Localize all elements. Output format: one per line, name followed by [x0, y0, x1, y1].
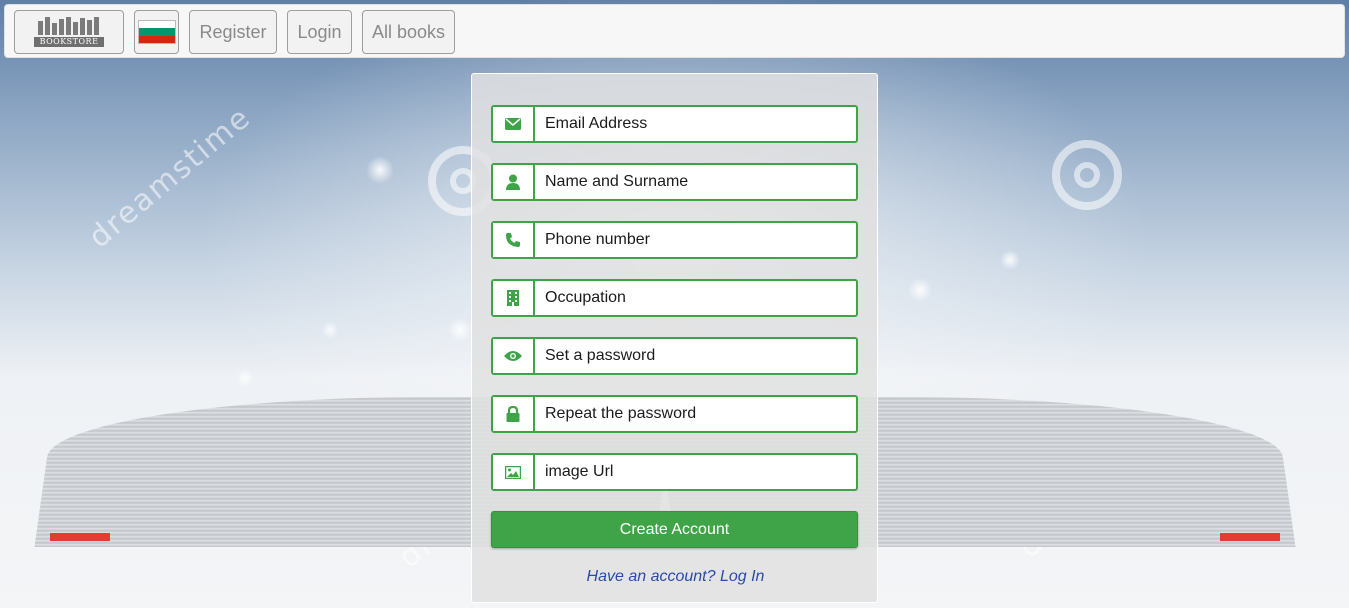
language-flag-button[interactable]: [134, 10, 179, 54]
lock-icon: [493, 397, 535, 431]
bulgaria-flag-icon: [137, 20, 176, 44]
register-button[interactable]: Register: [189, 10, 277, 54]
email-input[interactable]: [535, 107, 856, 141]
image-url-field: [491, 453, 858, 491]
create-account-button[interactable]: Create Account: [491, 511, 858, 548]
bookstore-logo: BOOKSTORE: [33, 17, 105, 47]
flag-stripe: [138, 35, 175, 43]
user-icon: [493, 165, 535, 199]
occupation-input[interactable]: [535, 281, 856, 315]
flag-stripe: [138, 28, 175, 36]
repeat-password-input[interactable]: [535, 397, 856, 431]
name-field: [491, 163, 858, 201]
password-field: [491, 337, 858, 375]
books-icon: [38, 17, 100, 35]
occupation-field: [491, 279, 858, 317]
image-icon: [493, 455, 535, 489]
all-books-button[interactable]: All books: [362, 10, 455, 54]
flag-stripe: [138, 21, 175, 29]
building-icon: [493, 281, 535, 315]
watermark-logo: [1052, 140, 1122, 210]
login-button[interactable]: Login: [287, 10, 352, 54]
logo-banner-text: BOOKSTORE: [33, 37, 105, 47]
bookstore-logo-button[interactable]: BOOKSTORE: [14, 10, 124, 54]
phone-input[interactable]: [535, 223, 856, 257]
envelope-icon: [493, 107, 535, 141]
registration-form: Create Account Have an account? Log In: [471, 73, 878, 603]
phone-field: [491, 221, 858, 259]
eye-icon[interactable]: [493, 339, 535, 373]
have-account-login-link[interactable]: Have an account? Log In: [472, 568, 879, 586]
password-input[interactable]: [535, 339, 856, 373]
repeat-password-field: [491, 395, 858, 433]
email-field: [491, 105, 858, 143]
navbar: BOOKSTORE Register Login All books: [4, 4, 1345, 58]
image-url-input[interactable]: [535, 455, 856, 489]
name-input[interactable]: [535, 165, 856, 199]
phone-icon: [493, 223, 535, 257]
